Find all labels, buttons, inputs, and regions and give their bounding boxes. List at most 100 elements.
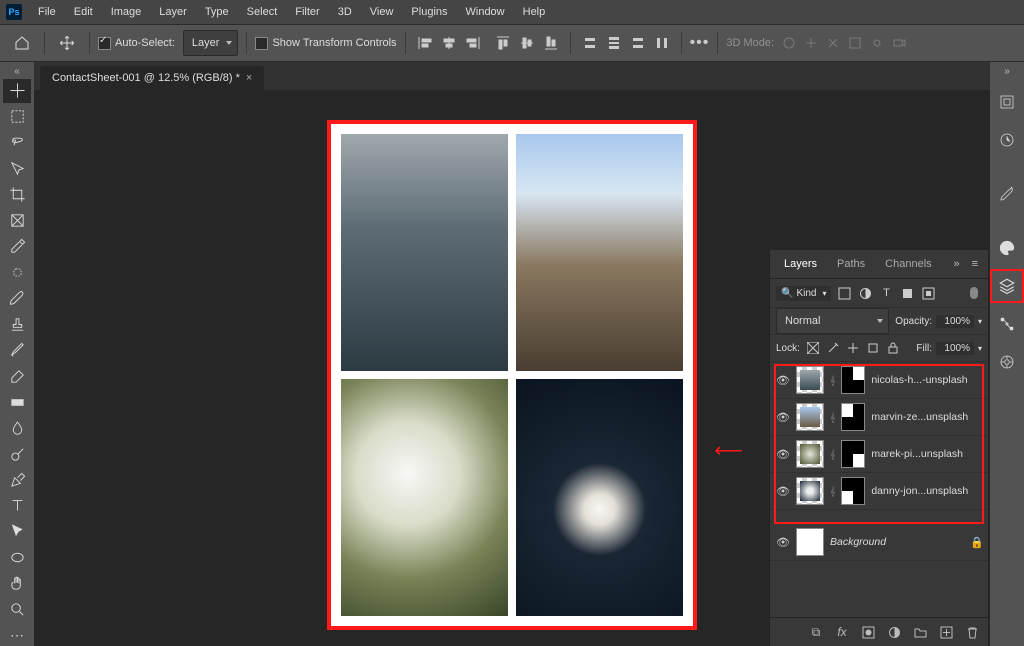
distribute-h-icon[interactable] [651,32,673,54]
menu-help[interactable]: Help [515,3,554,21]
distribute-top-icon[interactable] [579,32,601,54]
shape-tool[interactable] [3,545,31,570]
layer-mask[interactable] [841,477,865,505]
align-vcenter-icon[interactable] [516,32,538,54]
link-layers-icon[interactable]: ⧉ [808,624,824,640]
lock-pixels-icon[interactable] [826,341,840,355]
healing-tool[interactable] [3,260,31,285]
close-icon[interactable]: × [246,72,252,84]
filter-kind[interactable]: 🔍Kind▾ [776,286,831,301]
opacity-value[interactable]: 100% [936,315,974,328]
layer-mask[interactable] [841,403,865,431]
layer-background[interactable]: 👁 Background 🔒 [770,524,988,561]
distribute-bottom-icon[interactable] [627,32,649,54]
visibility-icon[interactable]: 👁 [776,536,790,549]
crop-tool[interactable] [3,182,31,207]
layer-name[interactable]: Background [830,536,964,548]
visibility-icon[interactable]: 👁 [776,448,790,461]
trash-icon[interactable] [964,624,980,640]
menu-filter[interactable]: Filter [287,3,327,21]
menu-file[interactable]: File [30,3,64,21]
move-tool[interactable] [3,79,31,104]
lasso-tool[interactable] [3,130,31,155]
stamp-tool[interactable] [3,312,31,337]
blur-tool[interactable] [3,416,31,441]
filter-shape-icon[interactable] [899,285,915,301]
group-icon[interactable] [912,624,928,640]
brush-tool[interactable] [3,286,31,311]
layer-name[interactable]: nicolas-h...-unsplash [871,374,982,386]
layer-name[interactable]: marek-pi...unsplash [871,448,982,460]
layer-name[interactable]: marvin-ze...unsplash [871,411,982,423]
show-transform-toggle[interactable]: Show Transform Controls [255,37,396,50]
eyedropper-tool[interactable] [3,234,31,259]
align-bottom-icon[interactable] [540,32,562,54]
frame-tool[interactable] [3,208,31,233]
edit-toolbar[interactable]: ⋯ [3,623,31,646]
align-left-icon[interactable] [414,32,436,54]
tab-paths[interactable]: Paths [829,254,873,274]
paths-panel-icon[interactable] [993,310,1021,338]
layer-row[interactable]: 👁 𝄞 marvin-ze...unsplash [770,399,988,436]
menu-window[interactable]: Window [458,3,513,21]
menu-edit[interactable]: Edit [66,3,101,21]
collapse-icon[interactable]: » [949,258,963,270]
menu-plugins[interactable]: Plugins [403,3,455,21]
layer-mask[interactable] [841,440,865,468]
layer-row[interactable]: 👁 𝄞 marek-pi...unsplash [770,436,988,473]
brush-panel-icon[interactable] [993,180,1021,208]
blend-mode-select[interactable]: Normal [776,308,889,334]
type-tool[interactable] [3,494,31,519]
layer-row[interactable]: 👁 𝄞 nicolas-h...-unsplash [770,362,988,399]
align-right-icon[interactable] [462,32,484,54]
collapse-icon[interactable]: » [1004,66,1010,78]
filter-smart-icon[interactable] [920,285,936,301]
layers-panel-icon[interactable] [993,272,1021,300]
tab-layers[interactable]: Layers [776,254,825,274]
lock-all-icon[interactable] [886,341,900,355]
hand-tool[interactable] [3,571,31,596]
layer-name[interactable]: danny-jon...unsplash [871,485,982,497]
new-layer-icon[interactable] [938,624,954,640]
visibility-icon[interactable]: 👁 [776,485,790,498]
layer-mask[interactable] [841,366,865,394]
path-select-tool[interactable] [3,519,31,544]
opacity-field[interactable]: Opacity: 100%▾ [895,315,982,328]
gradient-tool[interactable] [3,390,31,415]
auto-select-target[interactable]: Layer [183,30,239,56]
lock-icon[interactable]: 🔒 [970,536,982,549]
auto-select-toggle[interactable]: Auto-Select: [98,37,175,50]
visibility-icon[interactable]: 👁 [776,411,790,424]
collapse-icon[interactable]: « [14,66,20,78]
move-tool-icon[interactable] [53,29,81,57]
adjustment-icon[interactable] [886,624,902,640]
lock-transparent-icon[interactable] [806,341,820,355]
more-options-icon[interactable]: ••• [690,34,710,52]
menu-type[interactable]: Type [197,3,237,21]
eraser-tool[interactable] [3,364,31,389]
fill-field[interactable]: Fill: 100%▾ [916,342,982,355]
filter-type-icon[interactable]: T [878,285,894,301]
filter-pixel-icon[interactable] [836,285,852,301]
filter-toggle[interactable] [966,285,982,301]
learn-panel-icon[interactable] [993,88,1021,116]
layer-row[interactable]: 👁 𝄞 danny-jon...unsplash [770,473,988,510]
dodge-tool[interactable] [3,442,31,467]
lock-artboard-icon[interactable] [866,341,880,355]
filter-adjust-icon[interactable] [857,285,873,301]
fx-icon[interactable]: fx [834,624,850,640]
menu-image[interactable]: Image [103,3,150,21]
fill-value[interactable]: 100% [936,342,974,355]
menu-layer[interactable]: Layer [151,3,195,21]
history-panel-icon[interactable] [993,126,1021,154]
document-tab[interactable]: ContactSheet-001 @ 12.5% (RGB/8) * × [40,66,264,90]
mask-icon[interactable] [860,624,876,640]
distribute-vcenter-icon[interactable] [603,32,625,54]
panel-menu-icon[interactable]: ≡ [968,258,982,270]
pen-tool[interactable] [3,468,31,493]
marquee-tool[interactable] [3,104,31,129]
home-icon[interactable] [8,29,36,57]
tab-channels[interactable]: Channels [877,254,939,274]
align-hcenter-icon[interactable] [438,32,460,54]
menu-select[interactable]: Select [239,3,286,21]
